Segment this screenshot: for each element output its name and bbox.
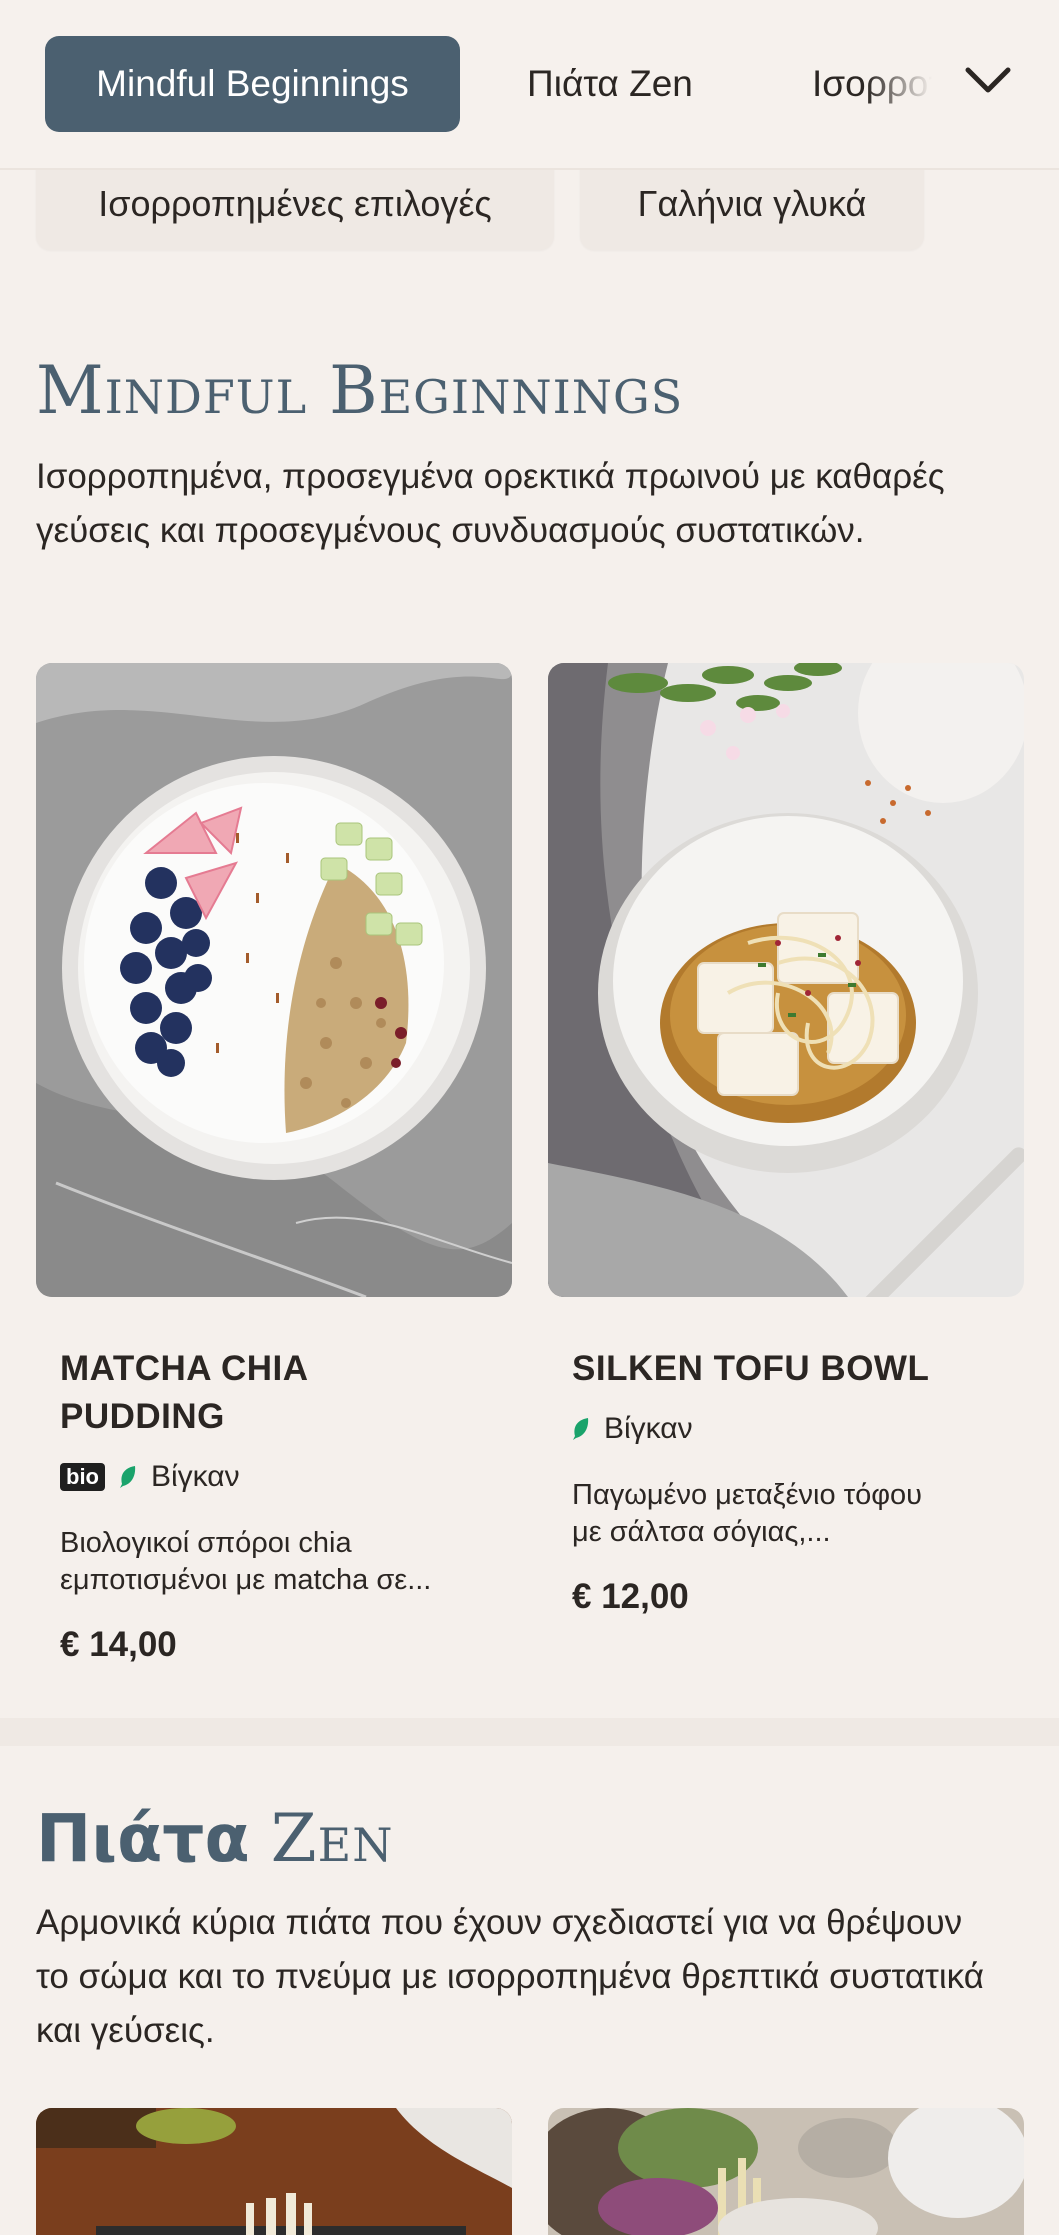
subnav-serene-desserts[interactable]: Γαλήνια γλυκά	[580, 164, 924, 250]
menu-item-card[interactable]: SILKEN TOFU BOWL Βίγκαν Παγωμένο μεταξέν…	[548, 663, 1024, 1643]
subnav-balanced-choices[interactable]: Ισορροπημένες επιλογές	[36, 164, 554, 250]
category-nav: Mindful Beginnings Πιάτα Zen Ισορροπημέν…	[0, 0, 1059, 170]
menu-item-name: MATCHA CHIA PUDDING	[60, 1345, 309, 1441]
section-divider	[0, 1718, 1059, 1746]
leaf-icon	[573, 1418, 589, 1440]
menu-item-name-line: MATCHA CHIA	[60, 1349, 309, 1388]
menu-item-description-line: Παγωμένο μεταξένιο τόφου	[572, 1479, 923, 1511]
diet-tags: Βίγκαν	[572, 1409, 693, 1449]
section-description: Ισορροπημένα, προσεγμένα ορεκτικά πρωινο…	[36, 457, 945, 550]
vegan-tag: Βίγκαν	[151, 1460, 240, 1493]
menu-item-name: SILKEN TOFU BOWL	[572, 1349, 930, 1388]
menu-item-description: Βιολογικοί σπόροι chia εμποτισμένοι με m…	[60, 1525, 490, 1599]
menu-item-description-line: εμποτισμένοι με matcha σε...	[60, 1564, 432, 1596]
menu-item-price: € 14,00	[60, 1625, 177, 1664]
section-title-mindful-beginnings: Mindful Beginnings	[36, 352, 684, 429]
tab-mindful-beginnings[interactable]: Mindful Beginnings	[45, 36, 460, 132]
menu-item-description-line: Βιολογικοί σπόροι chia	[60, 1527, 352, 1559]
menu-item-description-line: με σάλτσα σόγιας,...	[572, 1516, 831, 1548]
leaf-icon	[120, 1466, 136, 1488]
menu-item-image[interactable]	[36, 2108, 512, 2235]
section-title-word: Zen	[270, 1800, 394, 1877]
vegan-tag: Βίγκαν	[604, 1412, 693, 1445]
tab-balanced-choices[interactable]: Ισορροπημένες επιλογές	[812, 36, 932, 132]
menu-item-card[interactable]: MATCHA CHIA PUDDING bio Βίγκαν Βιολογικο…	[36, 663, 512, 1683]
menu-item-price: € 12,00	[572, 1577, 689, 1616]
menu-item-image[interactable]	[548, 2108, 1024, 2235]
tab-piata-zen[interactable]: Πιάτα Zen	[527, 36, 693, 132]
section-title-word: Πιάτα	[36, 1800, 250, 1877]
menu-item-name-line: PUDDING	[60, 1397, 225, 1436]
chevron-down-icon[interactable]	[962, 60, 1014, 100]
section-title-piata-zen: Πιάτα Zen	[36, 1800, 393, 1877]
bio-badge: bio	[60, 1463, 105, 1491]
menu-item-description: Παγωμένο μεταξένιο τόφου με σάλτσα σόγια…	[572, 1477, 1002, 1551]
diet-tags: bio Βίγκαν	[60, 1457, 240, 1497]
section-description: Αρμονικά κύρια πιάτα που έχουν σχεδιαστε…	[36, 1903, 984, 2050]
silken-tofu-bowl-image	[548, 663, 1024, 1297]
matcha-chia-pudding-image	[36, 663, 512, 1297]
